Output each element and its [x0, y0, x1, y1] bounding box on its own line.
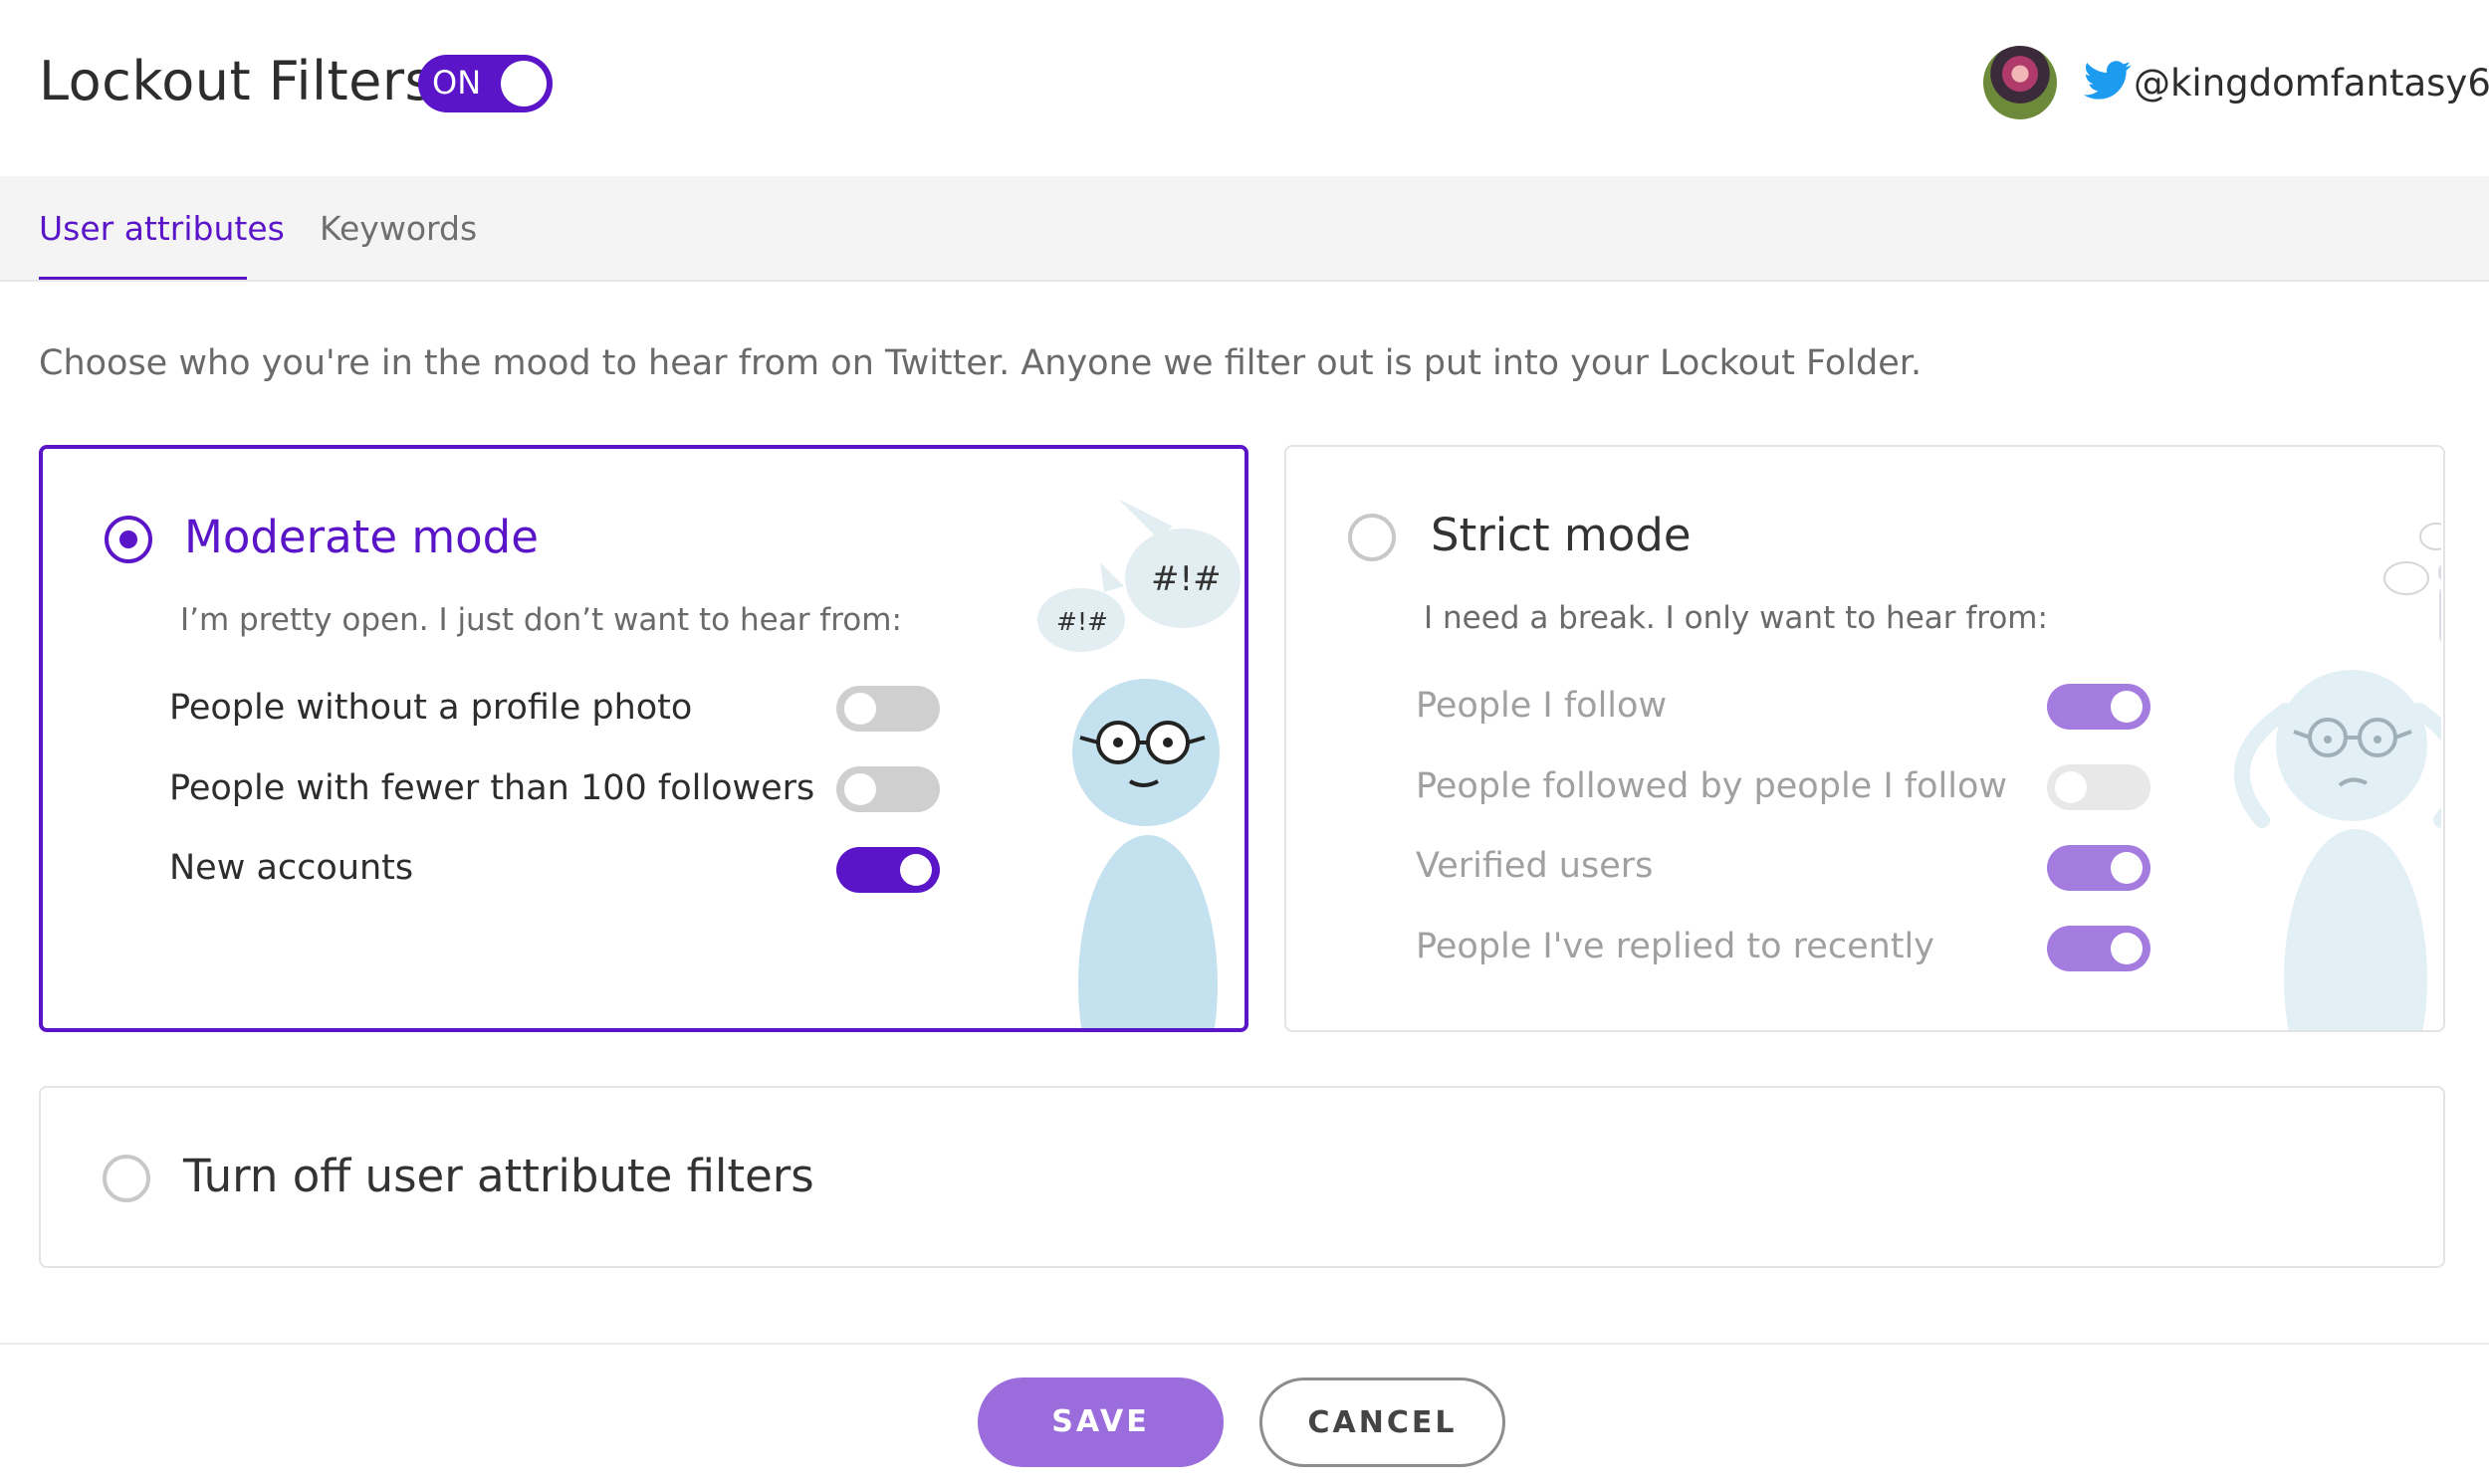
save-button[interactable]: SAVE [978, 1378, 1224, 1467]
strict-mode-subtitle: I need a break. I only want to hear from… [1424, 600, 2048, 636]
people-i-follow-toggle[interactable] [2047, 684, 2150, 730]
strict-figure-illustration [2233, 523, 2441, 1030]
twitter-bird-icon [2084, 61, 2132, 100]
option-label-no-profile-photo: People without a profile photo [169, 688, 693, 728]
toggle-knob [900, 854, 932, 886]
account-handle[interactable]: @kingdomfantasy6 [2134, 62, 2489, 105]
option-label-verified-users: Verified users [1416, 846, 1654, 886]
moderate-mode-title: Moderate mode [184, 511, 539, 563]
header: Lockout Filters ON @kingdomfantasy6 [0, 0, 2489, 176]
turn-off-filters-card[interactable]: Turn off user attribute filters [39, 1086, 2445, 1268]
moderate-mode-card[interactable]: Moderate mode I’m pretty open. I just do… [39, 445, 1248, 1032]
toggle-knob [2111, 933, 2143, 964]
few-followers-toggle[interactable] [836, 766, 940, 812]
bubble-large-text: #!# [1151, 559, 1222, 599]
tab-bar: User attributes Keywords [0, 176, 2489, 282]
strict-mode-radio[interactable] [1348, 514, 1396, 561]
replied-recently-toggle[interactable] [2047, 926, 2150, 971]
bubble-small-text: #!# [1056, 607, 1108, 636]
followed-by-follows-toggle[interactable] [2047, 764, 2150, 810]
turn-off-filters-radio[interactable] [103, 1155, 150, 1202]
verified-users-toggle[interactable] [2047, 845, 2150, 891]
option-label-replied-recently: People I've replied to recently [1416, 927, 1934, 966]
active-tab-indicator [39, 277, 247, 280]
cancel-button[interactable]: CANCEL [1259, 1378, 1505, 1467]
toggle-knob [2111, 852, 2143, 884]
page-title: Lockout Filters [39, 50, 434, 112]
new-accounts-toggle[interactable] [836, 847, 940, 893]
master-toggle-label: ON [432, 64, 482, 102]
option-label-followed-by-follows: People followed by people I follow [1416, 766, 2007, 806]
strict-mode-card[interactable]: Strict mode I need a break. I only want … [1284, 445, 2445, 1032]
intro-text: Choose who you're in the mood to hear fr… [39, 343, 1923, 383]
footer-divider [0, 1343, 2489, 1345]
tab-keywords[interactable]: Keywords [320, 209, 477, 248]
option-label-people-i-follow: People I follow [1416, 686, 1668, 726]
toggle-knob [844, 773, 876, 805]
toggle-knob [844, 693, 876, 725]
strict-mode-title: Strict mode [1431, 509, 1692, 561]
avatar[interactable] [1983, 46, 2057, 119]
turn-off-filters-title: Turn off user attribute filters [183, 1150, 814, 1202]
option-label-few-followers: People with fewer than 100 followers [169, 768, 815, 808]
toggle-knob [2111, 691, 2143, 723]
option-label-new-accounts: New accounts [169, 848, 414, 888]
no-profile-photo-toggle[interactable] [836, 686, 940, 732]
moderate-figure-illustration: #!# #!# [1037, 499, 1241, 1028]
toggle-knob [2055, 771, 2087, 803]
lockout-filters-page: Lockout Filters ON @kingdomfantasy6 User… [0, 0, 2489, 1484]
moderate-mode-radio[interactable] [105, 516, 152, 563]
moderate-mode-subtitle: I’m pretty open. I just don’t want to he… [180, 602, 902, 638]
master-toggle-knob [501, 61, 547, 106]
tab-user-attributes[interactable]: User attributes [39, 209, 285, 248]
lockout-master-toggle[interactable]: ON [418, 55, 553, 112]
